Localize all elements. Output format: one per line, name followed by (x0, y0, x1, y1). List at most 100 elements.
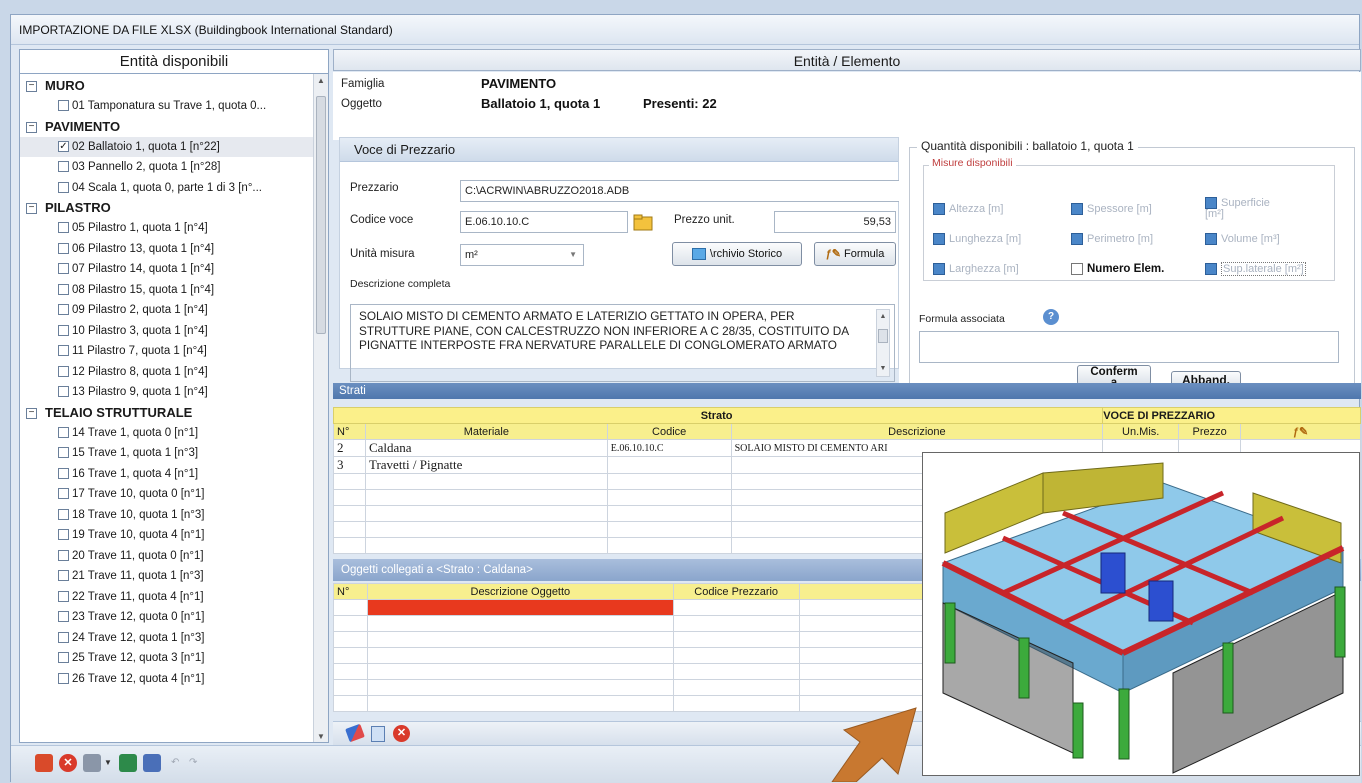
collapse-icon[interactable]: − (26, 121, 37, 133)
tree-item[interactable]: 16 Trave 1, quota 4 [n°1] (20, 464, 314, 485)
tree-item[interactable]: 19 Trave 10, quota 4 [n°1] (20, 525, 314, 546)
checkbox[interactable] (58, 365, 69, 377)
tree-item[interactable]: 13 Pilastro 9, quota 1 [n°4] (20, 382, 314, 403)
tree-item[interactable]: 05 Pilastro 1, quota 1 [n°4] (20, 218, 314, 239)
col-n[interactable]: N° (333, 423, 366, 440)
redo-icon[interactable]: ↷ (189, 757, 197, 768)
checkbox[interactable] (58, 631, 69, 643)
tree-item[interactable]: 24 Trave 12, quota 1 [n°3] (20, 628, 314, 649)
tree-group[interactable]: − TELAIO STRUTTURALE (20, 403, 314, 423)
tree-group[interactable]: − PILASTRO (20, 198, 314, 218)
tree-item[interactable]: 14 Trave 1, quota 0 [n°1] (20, 423, 314, 444)
checkbox[interactable] (58, 590, 69, 602)
lunghezza-option[interactable]: Lunghezza [m] (933, 233, 1021, 246)
tree-item[interactable]: 17 Trave 10, quota 0 [n°1] (20, 484, 314, 505)
volume-option[interactable]: Volume [m³] (1205, 233, 1280, 246)
checkbox[interactable] (58, 242, 69, 254)
ogg-col-codice[interactable]: Codice Prezzario (672, 583, 800, 600)
desc-scrollbar[interactable]: ▲ ▼ (876, 309, 890, 377)
tree-item[interactable]: 25 Trave 12, quota 3 [n°1] (20, 648, 314, 669)
copy-icon[interactable] (371, 726, 385, 742)
unita-misura-select[interactable]: m² ▼ (460, 244, 584, 266)
tree-item[interactable]: 10 Pilastro 3, quota 1 [n°4] (20, 321, 314, 342)
excel-icon[interactable] (119, 754, 137, 772)
scroll-up-icon[interactable]: ▲ (314, 74, 328, 88)
eraser-icon[interactable] (345, 723, 365, 743)
checkbox[interactable]: ✓ (58, 140, 69, 152)
entity-tree-scrollbar[interactable]: ▲ ▼ (313, 74, 328, 742)
prezzario-field[interactable]: C:\ACRWIN\ABRUZZO2018.ADB (460, 180, 900, 202)
chevron-down-icon[interactable]: ▼ (569, 245, 577, 265)
checkbox[interactable] (58, 467, 69, 479)
descrizione-textarea[interactable]: SOLAIO MISTO DI CEMENTO ARMATO E LATERIZ… (350, 304, 895, 382)
document-icon[interactable] (83, 754, 101, 772)
prezzo-unit-field[interactable]: 59,53 (774, 211, 896, 233)
tree-item[interactable]: 06 Pilastro 13, quota 1 [n°4] (20, 239, 314, 260)
tree-item[interactable]: 26 Trave 12, quota 4 [n°1] (20, 669, 314, 690)
checkbox[interactable] (58, 447, 69, 459)
col-materiale[interactable]: Materiale (364, 423, 608, 440)
ogg-col-desc[interactable]: Descrizione Oggetto (366, 583, 674, 600)
delete-icon[interactable]: ✕ (393, 725, 410, 742)
checkbox[interactable] (58, 426, 69, 438)
scroll-thumb[interactable] (316, 96, 326, 334)
ogg-col-n[interactable]: N° (333, 583, 368, 600)
checkbox[interactable] (58, 488, 69, 500)
tree-item[interactable]: 11 Pilastro 7, quota 1 [n°4] (20, 341, 314, 362)
chevron-down-icon[interactable]: ▼ (104, 758, 112, 767)
tree-item[interactable]: 04 Scala 1, quota 0, parte 1 di 3 [n°... (20, 178, 314, 199)
checkbox[interactable] (58, 222, 69, 234)
folder-icon[interactable] (632, 211, 654, 233)
info-icon[interactable]: ? (1043, 309, 1059, 325)
checkbox[interactable] (58, 181, 69, 193)
undo-icon[interactable]: ↶ (171, 757, 179, 768)
entity-tree[interactable]: − MURO 01 Tamponatura su Trave 1, quota 0.… (20, 76, 314, 742)
conferma-button[interactable]: Conferm a (1077, 365, 1151, 385)
checkbox[interactable] (58, 304, 69, 316)
superficie-option[interactable]: Superficie [m²] (1205, 197, 1285, 220)
close-icon[interactable]: ✕ (59, 754, 77, 772)
tree-item[interactable]: 20 Trave 11, quota 0 [n°1] (20, 546, 314, 567)
checkbox[interactable] (58, 549, 69, 561)
selected-cell[interactable] (366, 599, 674, 616)
spessore-option[interactable]: Spessore [m] (1071, 203, 1152, 216)
numero-elem-option[interactable]: Numero Elem. (1071, 263, 1164, 275)
checkbox[interactable] (58, 386, 69, 398)
tree-item[interactable]: 07 Pilastro 14, quota 1 [n°4] (20, 259, 314, 280)
col-descrizione[interactable]: Descrizione (730, 423, 1104, 440)
structure-icon[interactable] (143, 754, 161, 772)
codice-voce-field[interactable]: E.06.10.10.C (460, 211, 628, 233)
collapse-icon[interactable]: − (26, 203, 37, 215)
sup-laterale-option[interactable]: Sup.laterale [m²] (1205, 262, 1306, 276)
checkbox[interactable] (58, 508, 69, 520)
checkbox[interactable] (58, 161, 69, 173)
col-prezzo[interactable]: Prezzo (1178, 423, 1242, 440)
collapse-icon[interactable]: − (26, 81, 37, 93)
tree-item[interactable]: 15 Trave 1, quota 1 [n°3] (20, 443, 314, 464)
archivio-storico-button[interactable]: \rchivio Storico (672, 242, 802, 266)
scroll-down-icon[interactable]: ▼ (314, 730, 328, 742)
tree-item[interactable]: ✓ 02 Ballatoio 1, quota 1 [n°22] (20, 136, 314, 157)
perimetro-option[interactable]: Perimetro [m] (1071, 233, 1153, 246)
col-codice[interactable]: Codice (606, 423, 732, 440)
tree-item[interactable]: 21 Trave 11, quota 1 [n°3] (20, 566, 314, 587)
formula-associata-field[interactable] (919, 331, 1339, 363)
tree-group[interactable]: − PAVIMENTO (20, 117, 314, 137)
checkbox[interactable] (58, 570, 69, 582)
checkbox[interactable] (58, 100, 69, 112)
checkbox[interactable] (58, 263, 69, 275)
tree-item[interactable]: 18 Trave 10, quota 1 [n°3] (20, 505, 314, 526)
checkbox[interactable] (58, 672, 69, 684)
checkbox[interactable] (58, 283, 69, 295)
checkbox[interactable] (58, 345, 69, 357)
tree-item[interactable]: 08 Pilastro 15, quota 1 [n°4] (20, 280, 314, 301)
larghezza-option[interactable]: Larghezza [m] (933, 263, 1019, 276)
tree-item[interactable]: 23 Trave 12, quota 0 [n°1] (20, 607, 314, 628)
checkbox[interactable] (58, 652, 69, 664)
tree-item[interactable]: 01 Tamponatura su Trave 1, quota 0... (20, 96, 314, 117)
altezza-option[interactable]: Altezza [m] (933, 203, 1003, 216)
checkbox[interactable] (58, 611, 69, 623)
tree-item[interactable]: 12 Pilastro 8, quota 1 [n°4] (20, 362, 314, 383)
checkbox[interactable] (58, 529, 69, 541)
tree-item[interactable]: 22 Trave 11, quota 4 [n°1] (20, 587, 314, 608)
